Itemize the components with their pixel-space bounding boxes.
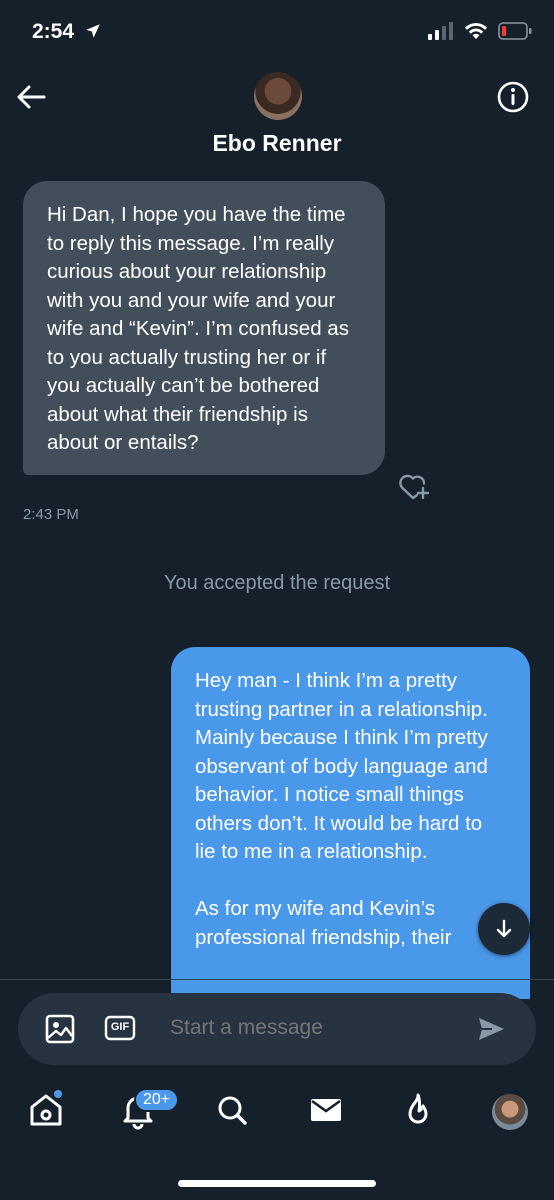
like-heart-plus-icon[interactable] — [398, 470, 430, 500]
image-icon[interactable] — [44, 1013, 76, 1045]
system-notice: You accepted the request — [163, 572, 391, 594]
gif-label: GIF — [110, 1021, 130, 1033]
notifications-badge: 20+ — [134, 1088, 180, 1112]
gif-button[interactable]: GIF — [104, 1015, 136, 1041]
contact-name[interactable]: Ebo Renner — [0, 130, 554, 157]
location-arrow-icon — [86, 24, 100, 38]
home-unread-dot — [54, 1090, 62, 1098]
incoming-message-bubble[interactable]: Hi Dan, I hope you have the time to repl… — [23, 181, 385, 475]
home-indicator — [178, 1180, 376, 1187]
back-arrow-icon[interactable] — [14, 80, 48, 114]
wifi-icon — [465, 22, 487, 39]
cellular-signal-icon — [428, 22, 453, 40]
status-time: 2:54 — [32, 20, 102, 44]
info-icon[interactable] — [496, 80, 530, 114]
search-icon[interactable] — [212, 1090, 252, 1130]
messages-envelope-icon[interactable] — [306, 1090, 346, 1130]
contact-avatar[interactable] — [254, 72, 302, 120]
scroll-to-bottom-button[interactable] — [478, 903, 530, 955]
profile-avatar[interactable] — [492, 1094, 528, 1130]
composer-divider — [0, 979, 554, 980]
arrow-down-icon — [496, 919, 512, 938]
outgoing-message-bubble[interactable]: Hey man - I think I’m a pretty trusting … — [171, 647, 530, 999]
spaces-flame-icon[interactable] — [398, 1090, 438, 1130]
send-icon[interactable] — [476, 1014, 506, 1044]
status-indicators — [428, 22, 532, 40]
message-timestamp: 2:43 PM — [23, 506, 79, 523]
battery-low-icon — [498, 22, 532, 40]
message-input[interactable] — [170, 1016, 460, 1040]
